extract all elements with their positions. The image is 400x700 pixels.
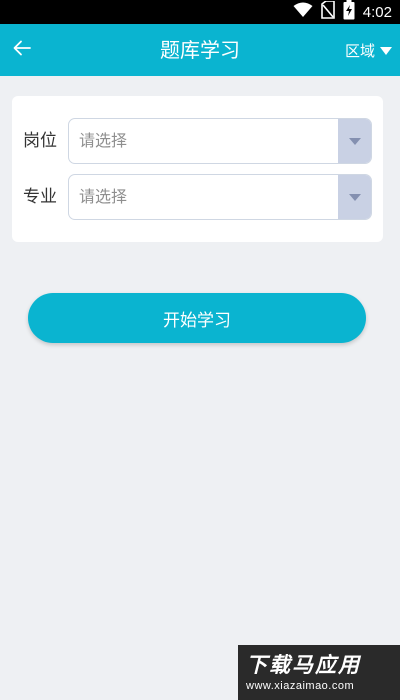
start-study-button[interactable]: 开始学习 <box>28 293 366 343</box>
status-bar: 4:02 <box>0 0 400 24</box>
status-time: 4:02 <box>362 3 392 21</box>
position-select[interactable]: 请选择 <box>68 118 372 164</box>
app-bar: 题库学习 区域 <box>0 24 400 76</box>
status-icons: 4:02 <box>293 0 392 24</box>
major-label: 专业 <box>23 187 57 207</box>
major-select[interactable]: 请选择 <box>68 174 372 220</box>
battery-charging-icon <box>343 0 355 24</box>
position-label: 岗位 <box>23 131 57 151</box>
page-title: 题库学习 <box>160 38 240 62</box>
watermark-url: www.xiazaimao.com <box>246 680 355 692</box>
dropdown-arrow-icon <box>338 175 371 219</box>
region-dropdown-button[interactable]: 区域 <box>345 24 392 76</box>
major-select-placeholder: 请选择 <box>79 187 128 206</box>
major-row: 专业 请选择 <box>12 174 383 220</box>
watermark-logo: 下载马应用 www.xiazaimao.com <box>238 645 400 700</box>
wifi-icon <box>293 2 313 22</box>
back-button[interactable] <box>6 34 38 66</box>
watermark-title: 下载马应用 <box>246 653 361 677</box>
no-sim-icon <box>320 0 335 23</box>
dropdown-arrow-icon <box>338 119 371 163</box>
caret-down-icon <box>380 41 392 59</box>
position-select-placeholder: 请选择 <box>79 131 128 150</box>
region-label: 区域 <box>344 41 375 60</box>
arrow-left-icon <box>13 40 31 60</box>
position-row: 岗位 请选择 <box>12 118 383 164</box>
selection-card: 岗位 请选择 专业 请选择 <box>12 96 383 242</box>
